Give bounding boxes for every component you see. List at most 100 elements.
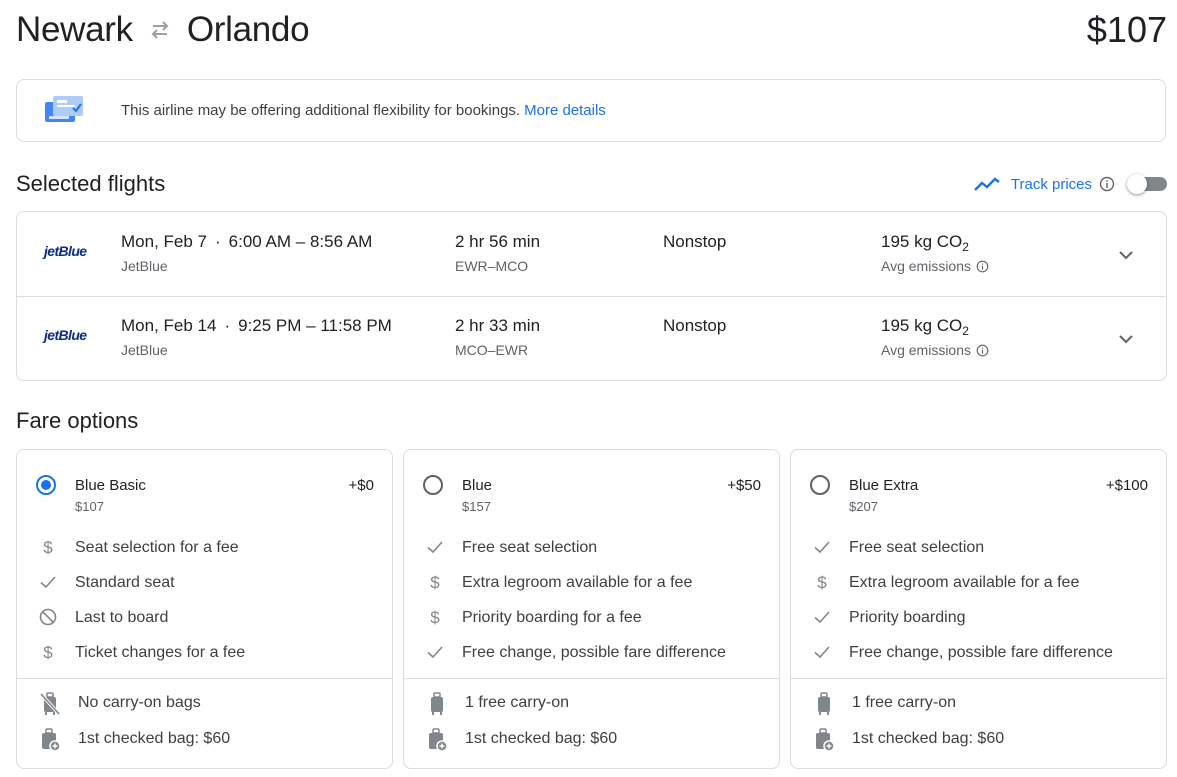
flight-route: MCO–EWR [455,342,529,358]
fare-feature-item: $ Priority boarding for a fee [404,602,779,637]
baggage-item: 1st checked bag: $60 [404,724,779,760]
expand-chevron-icon[interactable] [1115,328,1137,350]
flight-times: 6:00 AM – 8:56 AM [228,232,373,251]
baggage-item: 1 free carry-on [404,688,779,724]
check-icon [813,538,831,556]
divider [791,678,1166,679]
baggage-text: No carry-on bags [78,694,201,711]
airline-logo: jetBlue [44,327,87,343]
info-icon[interactable] [1099,176,1115,192]
svg-text:$: $ [43,643,53,661]
fare-feature-text: Seat selection for a fee [75,539,239,556]
fare-feature-text: Priority boarding [849,609,966,626]
dollar-icon: $ [39,643,57,662]
baggage-text: 1 free carry-on [852,694,957,711]
track-prices-label: Track prices [1010,175,1092,193]
fare-feature-item: $ Seat selection for a fee [17,532,392,567]
emissions-subscript: 2 [962,324,969,338]
fare-feature-text: Free seat selection [462,539,598,556]
fare-feature-text: Ticket changes for a fee [75,644,246,661]
selected-flights-list: jetBlue Mon, Feb 7 · 6:00 AM – 8:56 AM Jet… [16,211,1167,381]
banner-message: This airline may be offering additional … [121,102,521,119]
fare-feature-item: Free seat selection [791,532,1166,567]
flight-row-outbound[interactable]: jetBlue Mon, Feb 7 · 6:00 AM – 8:56 AM Jet… [17,212,1166,297]
fare-baggage-list: 1 free carry-on 1st checked bag: $60 [791,688,1166,760]
fare-name: Blue [462,477,493,494]
emissions-subscript: 2 [962,240,969,254]
block-icon [39,608,57,626]
dollar-icon: $ [426,573,444,592]
fare-header: Blue Extra $207 +$100 [791,450,1166,514]
fare-features-list: Free seat selection $ Extra legroom availa… [404,532,779,672]
flight-stops: Nonstop [663,316,727,335]
fare-feature-text: Standard seat [75,574,175,591]
flight-duration: 2 hr 33 min [455,316,541,335]
origin-city: Newark [16,10,133,49]
check-icon [39,573,57,591]
fare-card-blue[interactable]: Blue $157 +$50 Free seat selection $ Extra le… [403,449,780,769]
selected-flights-title: Selected flights [16,171,166,196]
emissions-value: 195 kg CO [881,316,963,335]
check-icon [813,608,831,626]
divider [17,678,392,679]
no-carry-on-icon [39,692,61,716]
carry-on-icon [426,692,448,716]
fare-price: $107 [75,499,104,514]
fare-card-blue-basic[interactable]: Blue Basic $107 +$0 $ Seat selection for a f… [16,449,393,769]
fare-feature-item: $ Ticket changes for a fee [17,637,392,672]
fare-radio-button[interactable] [810,475,830,495]
expand-chevron-icon[interactable] [1115,244,1137,266]
fare-feature-item: $ Extra legroom available for a fee [791,567,1166,602]
banner-text: This airline may be offering additional … [121,102,606,119]
fare-feature-text: Extra legroom available for a fee [849,574,1080,591]
airline-name: JetBlue [121,342,168,358]
fare-feature-item: Priority boarding [791,602,1166,637]
baggage-text: 1st checked bag: $60 [78,730,231,747]
dollar-icon: $ [813,573,831,592]
fare-name: Blue Extra [849,477,919,494]
fare-features-list: $ Seat selection for a fee Standard seat La… [17,532,392,672]
flight-booking-page: Newark Orlando $107 This airline may be … [0,0,1177,777]
fare-features-list: Free seat selection $ Extra legroom availa… [791,532,1166,672]
route-header: Newark Orlando [16,8,310,52]
fare-price-difference: +$50 [727,477,761,494]
destination-city: Orlando [186,10,310,49]
emissions-label-row: Avg emissions [881,258,989,274]
emissions-label: Avg emissions [881,258,972,274]
fare-feature-item: Free change, possible fare difference [404,637,779,672]
fare-card-blue-extra[interactable]: Blue Extra $207 +$100 Free seat selection $ E… [790,449,1167,769]
separator-dot: · [215,232,221,251]
check-icon [426,538,444,556]
flight-date: Mon, Feb 7 [121,232,207,251]
separator-dot: · [224,316,231,335]
info-icon[interactable] [976,344,989,357]
fare-feature-text: Free change, possible fare difference [849,644,1113,661]
flight-emissions: 195 kg CO2 [881,316,969,338]
fare-name: Blue Basic [75,477,146,494]
fare-feature-item: Last to board [17,602,392,637]
emissions-label-row: Avg emissions [881,342,989,358]
track-prices-toggle[interactable] [1127,172,1167,196]
emissions-value: 195 kg CO [881,232,963,251]
flight-date-time: Mon, Feb 7 · 6:00 AM – 8:56 AM [121,232,372,252]
fare-radio-button[interactable] [36,475,56,495]
fare-feature-text: Extra legroom available for a fee [462,574,693,591]
fare-feature-text: Last to board [75,609,169,626]
fare-feature-text: Free seat selection [849,539,985,556]
more-details-link[interactable]: More details [524,102,606,119]
fare-baggage-list: 1 free carry-on 1st checked bag: $60 [404,688,779,760]
info-icon[interactable] [976,260,989,273]
check-icon [813,643,831,661]
fare-baggage-list: No carry-on bags 1st checked bag: $60 [17,688,392,760]
fare-radio-button[interactable] [423,475,443,495]
baggage-item: No carry-on bags [17,688,392,724]
flight-duration: 2 hr 56 min [455,232,541,251]
divider [404,678,779,679]
baggage-text: 1 free carry-on [465,694,570,711]
flight-date: Mon, Feb 14 [121,316,217,335]
fare-price-difference: +$0 [348,477,374,494]
toggle-knob [1127,174,1147,194]
flight-row-return[interactable]: jetBlue Mon, Feb 14 · 9:25 PM – 11:58 PM J… [17,296,1166,380]
trending-up-icon [974,177,1000,191]
fare-feature-text: Priority boarding for a fee [462,609,642,626]
